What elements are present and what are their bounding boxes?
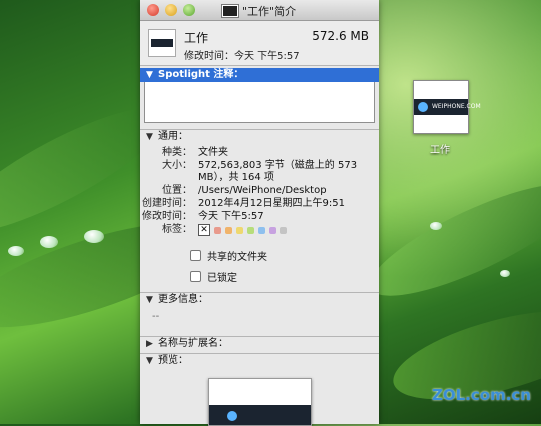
tag-yellow[interactable] [236, 226, 243, 234]
modified-line: 修改时间：今天 下午5:57 [184, 51, 300, 62]
modified-value: 今天 下午5:57 [198, 211, 264, 222]
modified-label: 修改时间： [142, 211, 192, 222]
general-section-header[interactable]: ▼ 通用： [140, 130, 379, 144]
tag-red[interactable] [214, 226, 221, 234]
desktop-folder-label[interactable]: 工作 [420, 141, 460, 156]
name-extension-section-header[interactable]: ▶ 名称与扩展名： [140, 337, 379, 351]
minimize-button[interactable] [165, 4, 177, 16]
logo-dot-icon [227, 411, 237, 421]
size-value: 572,563,803 字节（磁盘上的 573 MB），共 164 项 [198, 160, 358, 183]
kind-value: 文件夹 [198, 147, 228, 158]
locked-label: 已锁定 [207, 273, 237, 284]
created-label: 创建时间： [142, 198, 192, 209]
general-info-grid: 种类： 文件夹 大小： 572,563,803 字节（磁盘上的 573 MB），… [140, 147, 379, 236]
locked-option[interactable]: 已锁定 [190, 269, 379, 284]
spotlight-comments-field[interactable] [144, 82, 375, 123]
more-info-section-header[interactable]: ▼ 更多信息： [140, 293, 379, 307]
disclosure-down-icon[interactable]: ▼ [146, 293, 153, 307]
preview-section-header[interactable]: ▼ 预览： [140, 354, 379, 368]
more-info-title: 更多信息： [158, 294, 208, 305]
disclosure-down-icon[interactable]: ▼ [146, 68, 153, 82]
zoom-button[interactable] [183, 4, 195, 16]
title-bar[interactable]: "工作"简介 [140, 0, 379, 21]
tag-gray[interactable] [280, 226, 287, 234]
shared-folder-label: 共享的文件夹 [207, 252, 267, 263]
disclosure-down-icon[interactable]: ▼ [146, 354, 153, 368]
close-button[interactable] [147, 4, 159, 16]
window-title: "工作"简介 [242, 5, 297, 18]
more-info-value: -- [152, 311, 160, 322]
where-label: 位置： [162, 185, 192, 196]
tag-purple[interactable] [269, 226, 276, 234]
tag-blue[interactable] [258, 226, 265, 234]
spotlight-title: Spotlight 注释： [158, 69, 244, 80]
folder-proxy-icon[interactable] [222, 5, 238, 17]
get-info-window: "工作"简介 工作 572.6 MB 修改时间：今天 下午5:57 ▼ Spot… [140, 0, 379, 426]
info-header: 工作 572.6 MB 修改时间：今天 下午5:57 [140, 21, 379, 66]
where-value: /Users/WeiPhone/Desktop [198, 185, 327, 196]
locked-checkbox[interactable] [190, 271, 201, 282]
logo-dot-icon [418, 102, 428, 112]
shared-folder-checkbox[interactable] [190, 250, 201, 261]
tags-label: 标签： [162, 224, 192, 235]
tag-orange[interactable] [225, 226, 232, 234]
preview-thumbnail [208, 378, 312, 426]
size-label: 大小： [162, 160, 192, 171]
folder-icon [148, 29, 176, 57]
tag-green[interactable] [247, 226, 254, 234]
disclosure-right-icon[interactable]: ▶ [146, 337, 153, 351]
item-size: 572.6 MB [312, 29, 369, 43]
preview-title: 预览： [158, 355, 188, 366]
watermark: ZOL.com.cn [432, 386, 531, 404]
spotlight-section-header[interactable]: ▼ Spotlight 注释： [140, 68, 379, 82]
general-title: 通用： [158, 131, 188, 142]
item-name: 工作 [184, 31, 209, 45]
desktop-folder-icon[interactable]: WEIPHONE.COM [413, 80, 481, 134]
kind-label: 种类： [162, 147, 192, 158]
no-tag-x-icon[interactable]: ✕ [198, 224, 210, 236]
disclosure-down-icon[interactable]: ▼ [146, 130, 153, 144]
tag-picker: ✕ [198, 224, 358, 236]
created-value: 2012年4月12日星期四上午9:51 [198, 198, 345, 209]
shared-folder-option[interactable]: 共享的文件夹 [190, 248, 379, 263]
name-extension-title: 名称与扩展名： [158, 338, 228, 349]
